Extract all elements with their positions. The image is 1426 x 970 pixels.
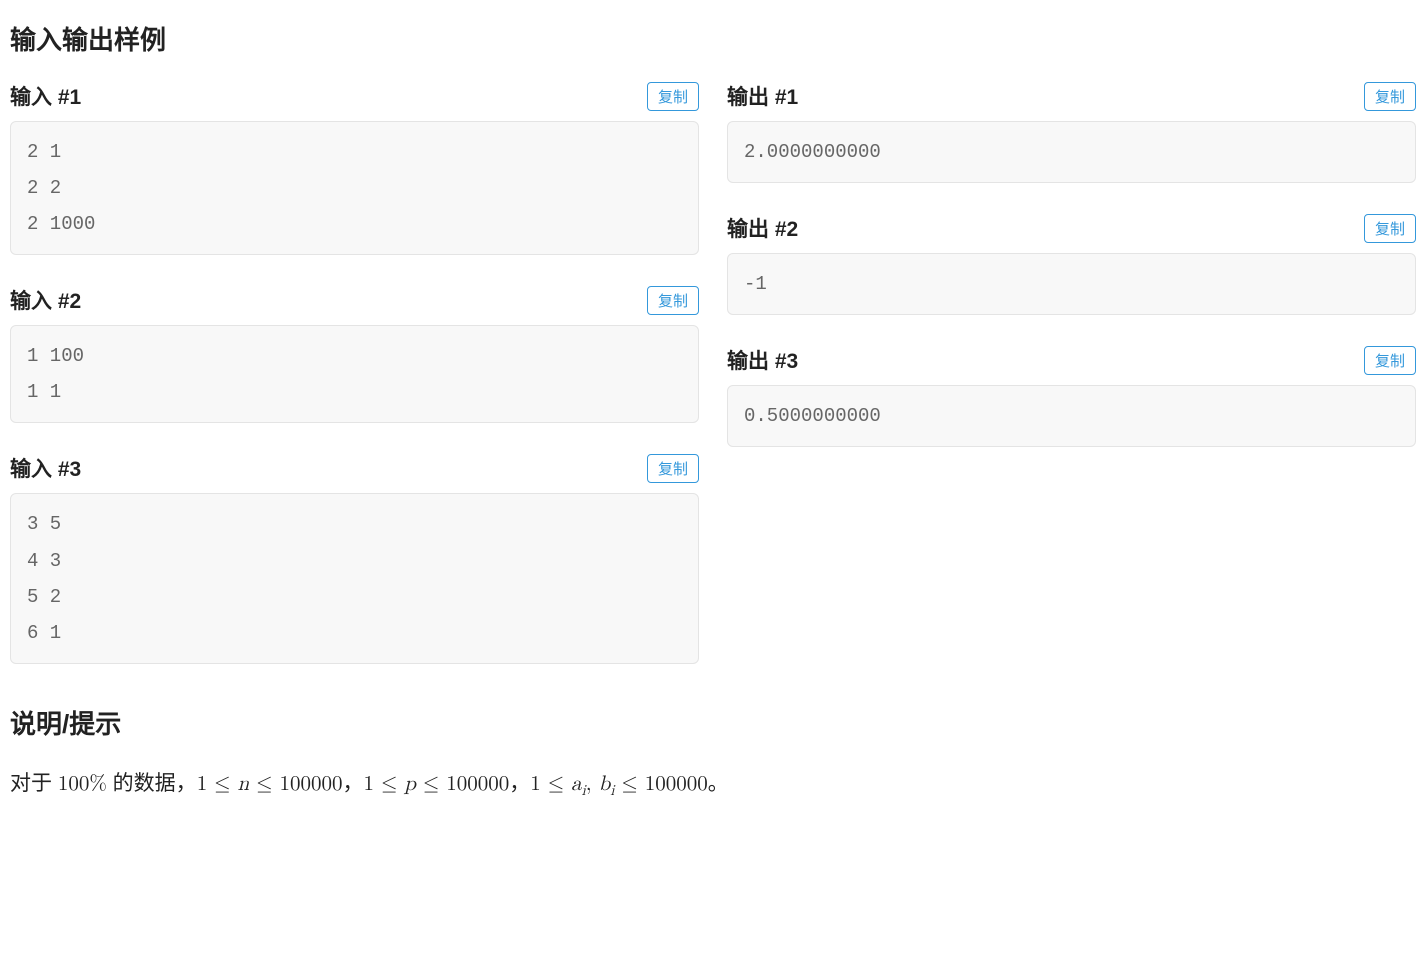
c2-rhs: ≤ 100000 [416,774,509,795]
output-block-2: 输出 #2 复制 -1 [727,213,1416,315]
hint-prefix: 对于 [10,772,58,795]
c3-rhs: ≤ 100000 [614,774,707,795]
copy-output-3-button[interactable]: 复制 [1364,346,1416,375]
c1-rhs: ≤ 100000 [249,774,342,795]
input-block-1: 输入 #1 复制 2 1 2 2 2 1000 [10,81,699,255]
copy-input-1-button[interactable]: 复制 [647,82,699,111]
sep1: ， [342,772,363,795]
hint-percent: 100% [58,774,107,795]
copy-output-1-button[interactable]: 复制 [1364,82,1416,111]
input-block-3: 输入 #3 复制 3 5 4 3 5 2 6 1 [10,453,699,663]
copy-input-3-button[interactable]: 复制 [647,454,699,483]
hint-mid: 的数据， [107,772,197,795]
output-title-3: 输出 #3 [727,345,798,375]
input-title-1: 输入 #1 [10,81,81,111]
c3-var-a: a [571,774,582,795]
output-title-2: 输出 #2 [727,213,798,243]
sep2: ， [509,772,530,795]
section-title-hint: 说明/提示 [10,704,1416,741]
c3-lhs: 1 ≤ [530,774,571,795]
input-block-2: 输入 #2 复制 1 100 1 1 [10,285,699,423]
output-block-1: 输出 #1 复制 2.0000000000 [727,81,1416,183]
section-title-samples: 输入输出样例 [10,20,1416,57]
c3-var-b: b [599,774,611,795]
c1-lhs: 1 ≤ [197,774,238,795]
output-block-3: 输出 #3 复制 0.5000000000 [727,345,1416,447]
output-code-3: 0.5000000000 [727,385,1416,447]
hint-text: 对于 100% 的数据，1 ≤ n ≤ 100000，1 ≤ p ≤ 10000… [10,765,1416,804]
c1-var: n [237,774,249,795]
input-code-3: 3 5 4 3 5 2 6 1 [10,493,699,663]
c2-var: p [404,774,416,795]
hint-end: 。 [708,772,729,795]
input-title-3: 输入 #3 [10,453,81,483]
input-title-2: 输入 #2 [10,285,81,315]
inputs-column: 输入 #1 复制 2 1 2 2 2 1000 输入 #2 复制 1 100 1… [10,81,699,694]
input-code-1: 2 1 2 2 2 1000 [10,121,699,255]
copy-output-2-button[interactable]: 复制 [1364,214,1416,243]
copy-input-2-button[interactable]: 复制 [647,286,699,315]
c3-comma: , [586,774,599,795]
input-code-2: 1 100 1 1 [10,325,699,423]
outputs-column: 输出 #1 复制 2.0000000000 输出 #2 复制 -1 输出 #3 … [727,81,1416,694]
c2-lhs: 1 ≤ [363,774,404,795]
output-code-2: -1 [727,253,1416,315]
output-code-1: 2.0000000000 [727,121,1416,183]
output-title-1: 输出 #1 [727,81,798,111]
samples-container: 输入 #1 复制 2 1 2 2 2 1000 输入 #2 复制 1 100 1… [10,81,1416,694]
